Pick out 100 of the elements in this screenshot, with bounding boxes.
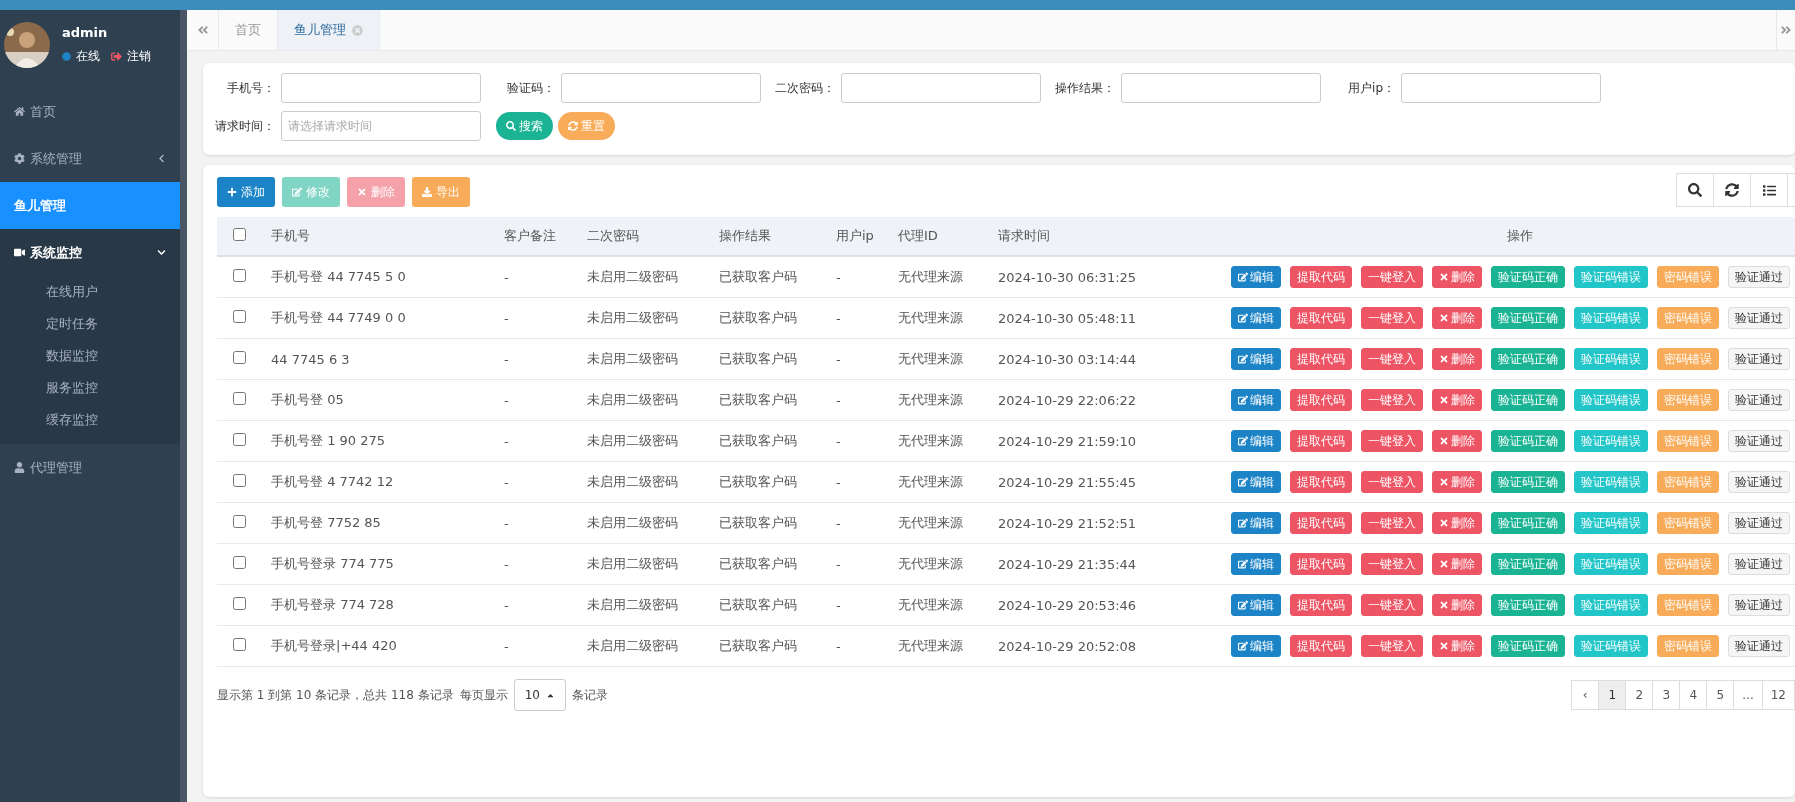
action-button[interactable]: 删除 xyxy=(1432,266,1482,288)
action-button[interactable]: 提取代码 xyxy=(1290,512,1352,534)
action-button[interactable]: 提取代码 xyxy=(1290,389,1352,411)
action-button[interactable]: 验证通过 xyxy=(1728,471,1790,493)
sidebar-item[interactable]: 系统管理 xyxy=(0,135,180,182)
action-button[interactable]: 验证通过 xyxy=(1728,348,1790,370)
action-button[interactable]: 编辑 xyxy=(1231,266,1281,288)
action-button[interactable]: 一键登入 xyxy=(1361,594,1423,616)
action-button[interactable]: 验证码正确 xyxy=(1491,430,1565,452)
action-button[interactable]: 验证码正确 xyxy=(1491,307,1565,329)
action-button[interactable]: 编辑 xyxy=(1231,389,1281,411)
action-button[interactable]: 提取代码 xyxy=(1290,348,1352,370)
action-button[interactable]: 一键登入 xyxy=(1361,635,1423,657)
action-button[interactable]: 提取代码 xyxy=(1290,471,1352,493)
action-button[interactable]: 验证码正确 xyxy=(1491,348,1565,370)
action-button[interactable]: 密码错误 xyxy=(1657,635,1719,657)
action-button[interactable]: 密码错误 xyxy=(1657,512,1719,534)
action-button[interactable]: 验证码错误 xyxy=(1574,471,1648,493)
action-button[interactable]: 验证码正确 xyxy=(1491,389,1565,411)
action-button[interactable]: 编辑 xyxy=(1231,471,1281,493)
page-button[interactable]: 1 xyxy=(1598,680,1627,710)
sidebar-subitem[interactable]: 服务监控 xyxy=(0,372,180,404)
action-button[interactable]: 验证码正确 xyxy=(1491,594,1565,616)
toolbar-button[interactable]: 导出 xyxy=(412,177,470,207)
action-button[interactable]: 编辑 xyxy=(1231,430,1281,452)
action-button[interactable]: 删除 xyxy=(1432,635,1482,657)
action-button[interactable]: 密码错误 xyxy=(1657,348,1719,370)
action-button[interactable]: 验证码正确 xyxy=(1491,512,1565,534)
page-button[interactable]: 4 xyxy=(1679,680,1708,710)
action-button[interactable]: 删除 xyxy=(1432,553,1482,575)
action-button[interactable]: 提取代码 xyxy=(1290,266,1352,288)
action-button[interactable]: 验证码错误 xyxy=(1574,430,1648,452)
action-button[interactable]: 删除 xyxy=(1432,471,1482,493)
action-button[interactable]: 验证码正确 xyxy=(1491,266,1565,288)
page-button[interactable]: ‹ xyxy=(1571,680,1600,710)
action-button[interactable]: 编辑 xyxy=(1231,307,1281,329)
toolbar-button[interactable]: 添加 xyxy=(217,177,275,207)
action-button[interactable]: 验证码错误 xyxy=(1574,307,1648,329)
action-button[interactable]: 密码错误 xyxy=(1657,430,1719,452)
search-button[interactable]: 搜索 xyxy=(496,112,553,140)
action-button[interactable]: 一键登入 xyxy=(1361,471,1423,493)
page-button[interactable]: ... xyxy=(1733,680,1763,710)
sidebar-item[interactable]: 代理管理 xyxy=(0,444,180,491)
action-button[interactable]: 编辑 xyxy=(1231,553,1281,575)
action-button[interactable]: 密码错误 xyxy=(1657,266,1719,288)
action-button[interactable]: 删除 xyxy=(1432,389,1482,411)
action-button[interactable]: 提取代码 xyxy=(1290,307,1352,329)
action-button[interactable]: 删除 xyxy=(1432,348,1482,370)
action-button[interactable]: 验证码正确 xyxy=(1491,553,1565,575)
action-button[interactable]: 验证码错误 xyxy=(1574,512,1648,534)
action-button[interactable]: 删除 xyxy=(1432,594,1482,616)
action-button[interactable]: 密码错误 xyxy=(1657,553,1719,575)
action-button[interactable]: 验证码正确 xyxy=(1491,471,1565,493)
action-button[interactable]: 一键登入 xyxy=(1361,348,1423,370)
action-button[interactable]: 验证通过 xyxy=(1728,512,1790,534)
action-button[interactable]: 验证码错误 xyxy=(1574,635,1648,657)
action-button[interactable]: 验证通过 xyxy=(1728,307,1790,329)
date-field[interactable]: 请选择请求时间 xyxy=(281,111,481,141)
page-button[interactable]: 3 xyxy=(1652,680,1681,710)
sidebar-subitem[interactable]: 在线用户 xyxy=(0,276,180,308)
action-button[interactable]: 编辑 xyxy=(1231,594,1281,616)
page-button[interactable]: 5 xyxy=(1706,680,1735,710)
page-size-dropdown[interactable]: 10 xyxy=(513,679,566,711)
action-button[interactable]: 提取代码 xyxy=(1290,430,1352,452)
sidebar-subitem[interactable]: 缓存监控 xyxy=(0,404,180,436)
action-button[interactable]: 验证通过 xyxy=(1728,553,1790,575)
action-button[interactable]: 密码错误 xyxy=(1657,389,1719,411)
action-button[interactable]: 一键登入 xyxy=(1361,389,1423,411)
action-button[interactable]: 删除 xyxy=(1432,307,1482,329)
sidebar-subitem[interactable]: 数据监控 xyxy=(0,340,180,372)
action-button[interactable]: 验证码正确 xyxy=(1491,635,1565,657)
action-button[interactable]: 密码错误 xyxy=(1657,471,1719,493)
action-button[interactable]: 一键登入 xyxy=(1361,512,1423,534)
action-button[interactable]: 一键登入 xyxy=(1361,307,1423,329)
action-button[interactable]: 编辑 xyxy=(1231,635,1281,657)
page-button[interactable]: 2 xyxy=(1625,680,1654,710)
action-button[interactable]: 验证码错误 xyxy=(1574,553,1648,575)
action-button[interactable]: 验证通过 xyxy=(1728,594,1790,616)
action-button[interactable]: 密码错误 xyxy=(1657,594,1719,616)
sidebar-item[interactable]: 鱼儿管理 xyxy=(0,182,180,229)
sidebar-item[interactable]: 系统监控 xyxy=(0,229,180,276)
action-button[interactable]: 验证码错误 xyxy=(1574,266,1648,288)
page-tab[interactable]: 鱼儿管理 xyxy=(278,10,380,50)
action-button[interactable]: 验证通过 xyxy=(1728,389,1790,411)
action-button[interactable]: 一键登入 xyxy=(1361,553,1423,575)
action-button[interactable]: 一键登入 xyxy=(1361,266,1423,288)
action-button[interactable]: 一键登入 xyxy=(1361,430,1423,452)
action-button[interactable]: 验证通过 xyxy=(1728,266,1790,288)
action-button[interactable]: 删除 xyxy=(1432,512,1482,534)
action-button[interactable]: 验证码错误 xyxy=(1574,594,1648,616)
action-button[interactable]: 提取代码 xyxy=(1290,553,1352,575)
action-button[interactable]: 提取代码 xyxy=(1290,635,1352,657)
sidebar-subitem[interactable]: 定时任务 xyxy=(0,308,180,340)
page-button[interactable]: 12 xyxy=(1761,680,1795,710)
action-button[interactable]: 编辑 xyxy=(1231,512,1281,534)
action-button[interactable]: 编辑 xyxy=(1231,348,1281,370)
action-button[interactable]: 验证码错误 xyxy=(1574,348,1648,370)
reset-button[interactable]: 重置 xyxy=(558,112,615,140)
logout-link[interactable]: 注销 xyxy=(127,48,151,65)
action-button[interactable]: 密码错误 xyxy=(1657,307,1719,329)
